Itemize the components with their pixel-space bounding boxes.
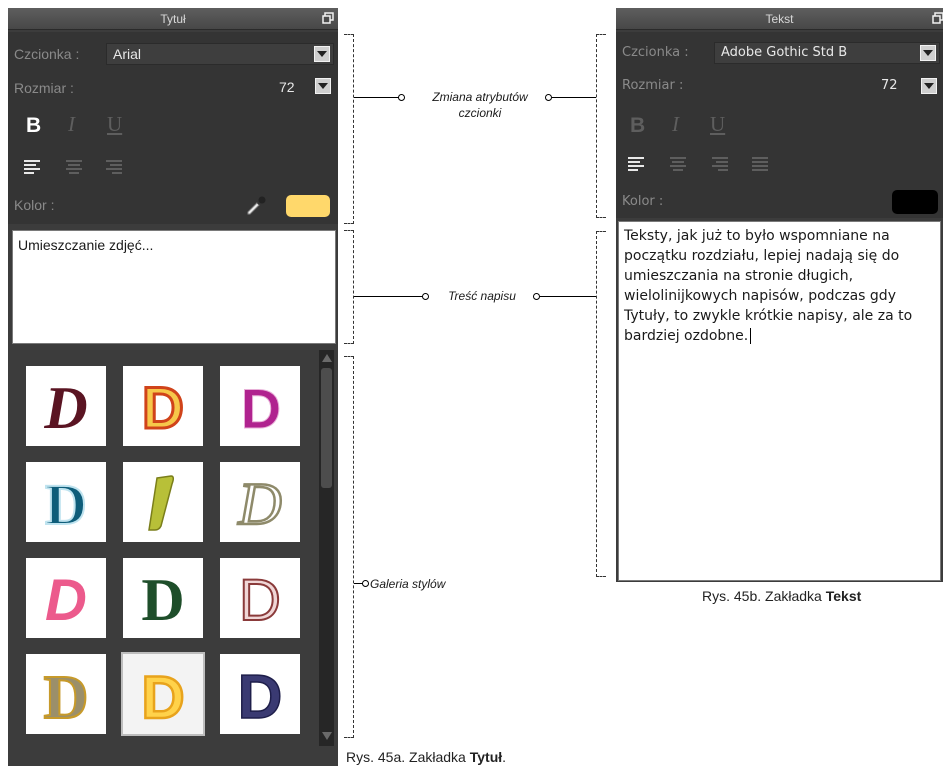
gallery-style-letter: D	[239, 568, 281, 633]
size-label: Rozmiar :	[14, 80, 74, 96]
caption-right-prefix: Rys. 45b. Zakładka	[702, 588, 826, 604]
callout-line	[552, 97, 596, 98]
gallery-style-tile[interactable]: D	[123, 558, 203, 638]
font-attributes-bracket-right	[596, 34, 606, 218]
title-panel: Tytuł Czcionka : Arial Rozmiar : 72 B I …	[8, 8, 338, 766]
title-panel-header: Tytuł	[8, 8, 338, 30]
size-value[interactable]: 72	[279, 79, 295, 95]
callout-line	[540, 296, 596, 297]
color-label: Kolor :	[14, 197, 55, 213]
text-content-bracket	[344, 230, 354, 344]
bold-button[interactable]: B	[630, 114, 645, 138]
font-select-value: Adobe Gothic Std B	[721, 45, 848, 60]
gallery-style-tile[interactable]: D	[220, 462, 300, 542]
align-justify-button[interactable]	[752, 157, 768, 171]
gallery-style-letter: D	[238, 663, 283, 730]
callout-dot	[545, 94, 552, 101]
callout-font-attributes: Zmiana atrybutów czcionki	[432, 90, 528, 120]
align-right-button[interactable]	[712, 157, 728, 171]
gallery-scrollbar[interactable]	[319, 350, 334, 746]
align-left-button[interactable]	[628, 157, 644, 171]
gallery-style-letter: D	[141, 664, 184, 730]
gallery-bracket	[344, 356, 354, 738]
underline-button[interactable]: U	[710, 112, 725, 136]
align-left-button[interactable]	[24, 160, 40, 174]
callout-dot	[362, 580, 369, 587]
caption-right-bold: Tekst	[825, 588, 862, 604]
eyedropper-icon[interactable]	[244, 194, 268, 223]
text-content-area[interactable]: Teksty, jak już to było wspomniane na po…	[618, 221, 941, 581]
color-swatch[interactable]	[892, 190, 938, 214]
scrollbar-thumb[interactable]	[321, 368, 332, 488]
italic-button[interactable]: I	[672, 112, 679, 136]
gallery-style-letter: D	[45, 472, 87, 537]
callout-dot	[422, 293, 429, 300]
text-panel: Tekst Czcionka : Adobe Gothic Std B Rozm…	[616, 8, 943, 582]
font-label: Czcionka :	[622, 45, 689, 60]
callout-gallery: Galeria stylów	[370, 577, 446, 591]
style-gallery: D D D D D D D D D D D	[8, 350, 338, 746]
caption-left-prefix: Rys. 45a. Zakładka	[346, 749, 470, 765]
bold-button[interactable]: B	[26, 114, 41, 138]
gallery-style-tile[interactable]: D	[26, 558, 106, 638]
gallery-style-letter: D	[141, 567, 184, 633]
text-panel-header: Tekst	[616, 8, 943, 30]
italic-button[interactable]: I	[68, 112, 75, 136]
font-label: Czcionka :	[14, 46, 80, 62]
gallery-style-tile[interactable]: D	[123, 366, 203, 446]
gallery-style-letter: D	[241, 377, 281, 440]
gallery-style-tile[interactable]: D	[26, 462, 106, 542]
text-content-bracket-right	[596, 231, 606, 577]
font-select-value: Arial	[113, 46, 142, 62]
gallery-style-tile[interactable]	[123, 462, 203, 542]
panel-title: Tytuł	[160, 12, 186, 26]
title-text: Umieszczanie zdjęć...	[18, 237, 154, 253]
gallery-style-letter: D	[44, 664, 89, 730]
gallery-style-tile[interactable]: D	[26, 654, 106, 734]
chevron-down-icon[interactable]	[920, 45, 936, 61]
chevron-down-icon[interactable]	[315, 78, 331, 94]
gallery-style-tile[interactable]: D	[220, 654, 300, 734]
color-label: Kolor :	[622, 194, 664, 209]
align-center-button[interactable]	[66, 160, 82, 174]
align-right-button[interactable]	[106, 160, 122, 174]
gallery-style-tile[interactable]: D	[26, 366, 106, 446]
restore-window-icon[interactable]	[931, 11, 943, 25]
scroll-up-icon[interactable]	[321, 352, 333, 364]
text-cursor	[750, 328, 752, 344]
size-label: Rozmiar :	[622, 78, 684, 93]
callout-dot	[398, 94, 405, 101]
restore-window-icon[interactable]	[321, 11, 335, 25]
callout-dot	[533, 293, 540, 300]
text-content: Teksty, jak już to było wspomniane na po…	[624, 228, 913, 344]
size-value[interactable]: 72	[881, 78, 898, 93]
align-center-button[interactable]	[670, 157, 686, 171]
callout-text-content: Treść napisu	[448, 289, 516, 303]
gallery-style-tile[interactable]: D	[220, 366, 300, 446]
chevron-down-icon[interactable]	[921, 78, 937, 94]
gallery-style-letter: D	[45, 568, 87, 633]
panel-title: Tekst	[765, 12, 794, 26]
callout-line	[354, 97, 400, 98]
gallery-style-tile-selected[interactable]: D	[121, 652, 205, 736]
title-text-area[interactable]: Umieszczanie zdjęć...	[12, 230, 336, 344]
caption-left-bold: Tytuł	[469, 749, 503, 765]
scroll-down-icon[interactable]	[321, 730, 333, 742]
gallery-style-letter: D	[142, 376, 184, 441]
gallery-style-tile[interactable]: D	[220, 558, 300, 638]
chevron-down-icon[interactable]	[314, 46, 330, 62]
caption-left-suffix: .	[502, 749, 507, 765]
gallery-style-letter: D	[43, 375, 87, 441]
caption-right: Rys. 45b. Zakładka Tekst	[702, 588, 943, 604]
font-attributes-bracket	[344, 34, 354, 224]
underline-button[interactable]: U	[107, 112, 122, 136]
caption-left: Rys. 45a. Zakładka Tytuł.	[346, 749, 606, 765]
color-swatch[interactable]	[286, 195, 330, 217]
font-select[interactable]: Adobe Gothic Std B	[714, 42, 940, 64]
font-select[interactable]: Arial	[106, 43, 334, 65]
gallery-style-letter: D	[237, 471, 281, 537]
callout-line	[354, 296, 424, 297]
gallery-style-shape	[148, 475, 175, 531]
